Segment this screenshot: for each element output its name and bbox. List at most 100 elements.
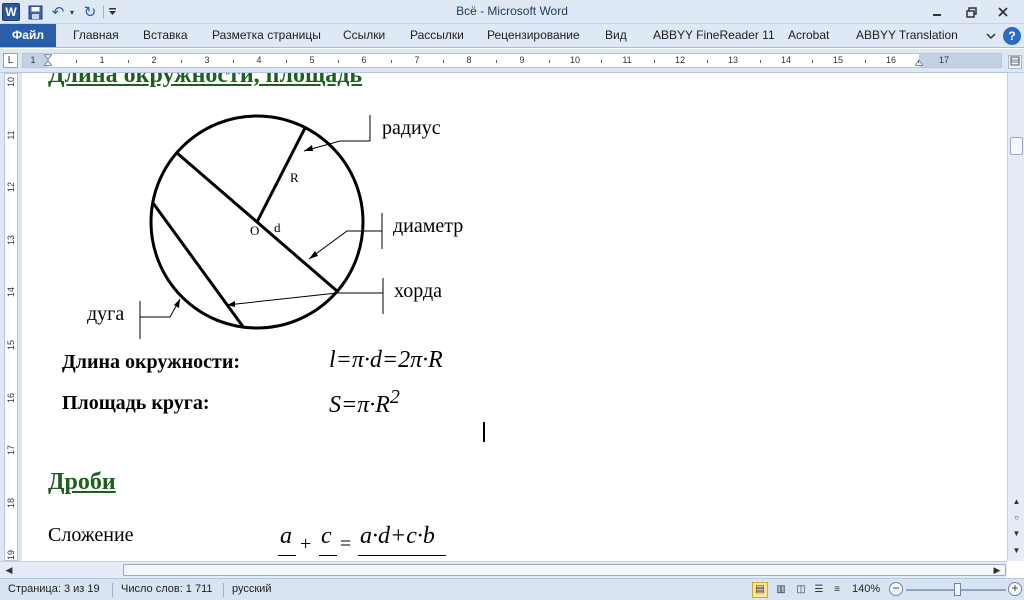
web-layout-icon[interactable]: ◫ [793,582,809,598]
ruler-number: 16 [885,55,897,65]
label-r-letter: R [290,170,299,185]
ribbon-collapse-icon[interactable] [984,28,998,44]
help-icon[interactable]: ? [1003,27,1021,45]
label-d-letter: d [274,220,281,235]
document-page[interactable]: Длина окружности, площадь радиус диаметр… [22,73,1002,561]
tab-review[interactable]: Рецензирование [487,24,580,47]
tab-page-layout[interactable]: Разметка страницы [212,24,321,47]
ruler-number: 2 [151,55,157,65]
horizontal-scrollbar[interactable]: ◀ ▶ [0,561,1007,578]
chord-pointer [226,292,383,306]
close-button[interactable] [990,2,1016,22]
word-count[interactable]: Число слов: 1 711 [121,583,213,595]
tab-file[interactable]: Файл [0,24,56,47]
page-counter[interactable]: Страница: 3 из 19 [8,583,100,595]
label-center: O [250,223,260,238]
zoom-level[interactable]: 140% [852,583,880,595]
print-layout-view-icon[interactable]: ▤ [752,582,768,598]
scroll-right-arrow[interactable]: ▶ [990,563,1004,577]
ruler-number: 1 [30,55,36,65]
vertical-ruler[interactable]: 10 11 12 13 14 15 16 17 18 19 [4,73,18,561]
label-arc: дуга [87,303,125,325]
tab-abbyy-finereader[interactable]: ABBYY FineReader 11 [653,24,775,47]
ruler-number: 14 [780,55,792,65]
outline-view-icon[interactable]: ☰ [811,582,827,598]
ruler-number: 17 [938,55,950,65]
horizontal-ruler[interactable]: 1 1 2 3 4 5 6 7 8 9 10 11 12 13 14 15 16… [22,53,1002,68]
ruler-tick [286,60,287,63]
left-indent-icon[interactable] [44,54,52,67]
fraction-plus: + [300,533,312,555]
tab-acrobat[interactable]: Acrobat [788,24,829,47]
heading-fractions: Дроби [48,469,116,495]
tab-home[interactable]: Главная [73,24,119,47]
ruler-tick [443,60,444,63]
fraction-bar-2 [319,555,337,556]
scroll-up-arrow[interactable]: ▲ [1010,496,1023,509]
fraction-bar-1 [278,555,296,556]
ruler-number: 3 [204,55,210,65]
arc-arrowhead [174,299,180,308]
scroll-left-arrow[interactable]: ◀ [2,563,16,577]
diameter-arrowhead [309,251,318,259]
fraction-equals: = [340,533,352,555]
ruler-tick [128,60,129,63]
title-bar: W ↶ ▾ ↻ Всё - Microsoft Word [0,0,1024,24]
minimize-button[interactable] [924,2,950,22]
scroll-down-arrow[interactable]: ▼ [1010,528,1023,541]
radius-pointer [303,140,370,152]
select-browse-object-icon[interactable]: ○ [1010,512,1023,525]
vertical-scrollbar[interactable]: ▲ ○ ▼ ▼ [1007,73,1024,561]
radius-arrowhead [304,145,313,151]
tab-view[interactable]: Вид [605,24,627,47]
ruler-tick [601,60,602,63]
fraction-formula: a + c = a·d+c·b [278,523,458,561]
status-separator [223,583,224,597]
tab-abbyy-translation[interactable]: ABBYY Translation [856,24,958,47]
full-screen-reading-icon[interactable]: ▥ [773,582,789,598]
fraction-a: a [280,523,292,549]
ruler-number: 6 [361,55,367,65]
ruler-number: 13 [727,55,739,65]
ribbon-tabs: Файл Главная Вставка Разметка страницы С… [0,24,1024,48]
vertical-ruler-number: 12 [6,182,16,193]
ruler-tick [181,60,182,63]
circumference-label: Длина окружности: [62,351,241,373]
restore-button[interactable] [958,2,984,22]
ruler-toggle-icon[interactable] [1008,55,1022,69]
tab-references[interactable]: Ссылки [343,24,385,47]
vertical-ruler-number: 14 [6,287,16,298]
text-cursor [483,422,485,442]
diameter-pointer [308,230,382,260]
next-page-icon[interactable]: ▼ [1010,545,1023,558]
addition-label: Сложение [48,524,134,546]
area-label: Площадь круга: [62,392,210,414]
tab-mailings[interactable]: Рассылки [410,24,464,47]
vertical-ruler-number: 11 [6,130,16,140]
zoom-slider-thumb[interactable] [954,583,961,596]
ruler-tick [865,60,866,63]
ruler-tick [760,60,761,63]
ruler-number: 9 [519,55,525,65]
draft-view-icon[interactable]: ≡ [829,582,845,598]
tab-selector-icon[interactable]: L [3,53,18,68]
ruler-number: 7 [414,55,420,65]
window-title: Всё - Microsoft Word [456,4,568,18]
status-separator [112,583,113,597]
label-chord: хорда [394,280,443,302]
close-icon [998,7,1008,17]
right-indent-icon[interactable] [915,54,923,67]
ruler-tick [391,60,392,63]
status-bar: Страница: 3 из 19 Число слов: 1 711 русс… [0,578,1024,600]
zoom-out-button[interactable]: − [889,582,903,596]
fraction-numerator: a·d+c·b [360,523,435,549]
ruler-tick [812,60,813,63]
vertical-ruler-number: 17 [6,445,16,456]
tab-insert[interactable]: Вставка [143,24,188,47]
ruler-tick [338,60,339,63]
horizontal-scroll-thumb[interactable] [123,564,1006,576]
zoom-in-button[interactable]: + [1008,582,1022,596]
vertical-scroll-thumb[interactable] [1010,137,1023,155]
language-indicator[interactable]: русский [232,583,271,595]
restore-icon [965,6,977,18]
